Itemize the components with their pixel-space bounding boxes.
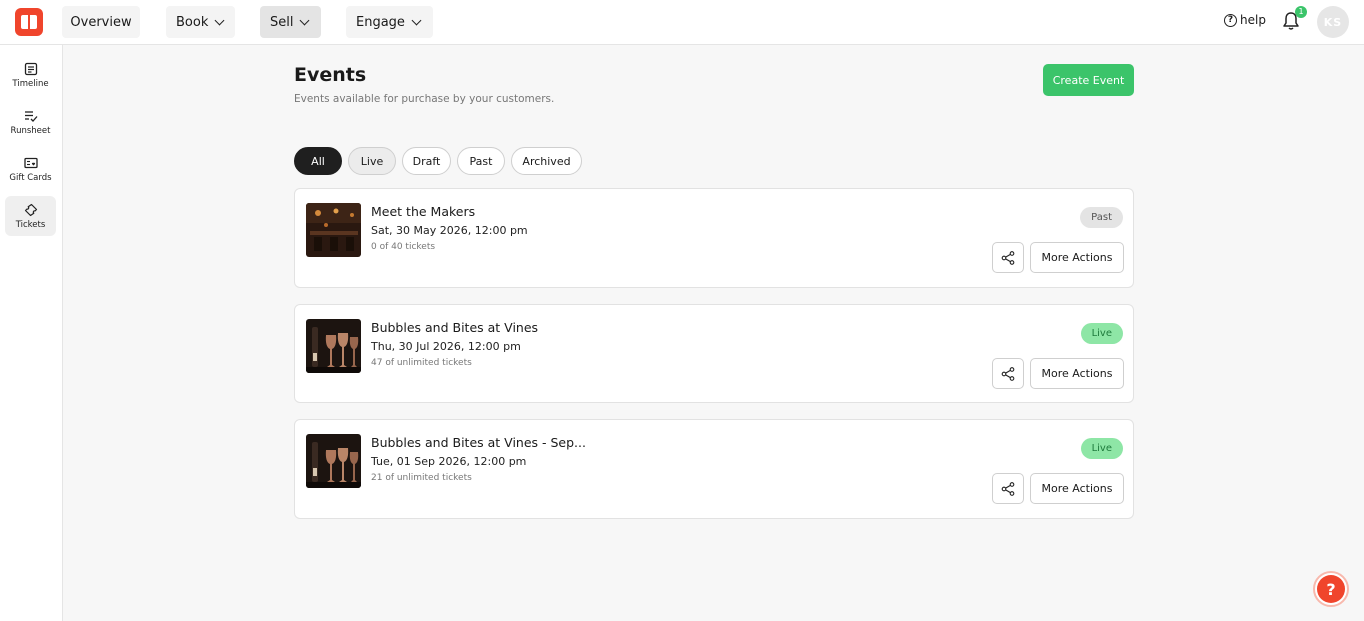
help-label: help [1240,13,1266,27]
event-thumbnail [306,203,361,257]
notification-badge: 1 [1295,6,1307,18]
avatar-initials: KS [1323,15,1343,29]
sidebar-item-gift-cards[interactable]: Gift Cards [5,149,56,189]
event-thumbnail [306,319,361,373]
event-name[interactable]: Bubbles and Bites at Vines - Sep... [371,435,586,450]
event-tickets: 21 of unlimited tickets [371,473,472,483]
support-button[interactable]: ? [1313,571,1349,607]
question-circle-icon: ? [1224,13,1237,27]
share-icon [1001,366,1015,381]
chevron-down-icon [300,15,310,25]
nav-sell[interactable]: Sell [260,6,321,38]
event-card[interactable]: Meet the Makers Sat, 30 May 2026, 12:00 … [294,188,1134,288]
more-actions-button[interactable]: More Actions [1030,358,1124,389]
sidebar-item-runsheet[interactable]: Runsheet [5,102,56,142]
share-button[interactable] [992,242,1024,273]
help-link[interactable]: ? help [1224,13,1266,27]
more-actions-button[interactable]: More Actions [1030,242,1124,273]
share-icon [1001,250,1015,265]
filter-all[interactable]: All [294,147,342,175]
nav-engage-label: Engage [356,14,405,30]
nav-overview[interactable]: Overview [62,6,140,38]
app-logo[interactable] [15,8,43,36]
event-date: Sat, 30 May 2026, 12:00 pm [371,224,528,237]
nav-sell-label: Sell [270,14,294,30]
filter-draft[interactable]: Draft [402,147,451,175]
chevron-down-icon [214,15,225,25]
ticket-icon [24,203,37,216]
event-date: Tue, 01 Sep 2026, 12:00 pm [371,455,527,468]
question-icon: ? [1317,575,1345,603]
event-card[interactable]: Bubbles and Bites at Vines - Sep... Tue,… [294,419,1134,519]
sidebar-item-tickets[interactable]: Tickets [5,196,56,236]
event-date: Thu, 30 Jul 2026, 12:00 pm [371,340,521,353]
chevron-down-icon [411,15,422,25]
share-button[interactable] [992,473,1024,504]
sidebar-item-label: Runsheet [10,125,51,136]
sidebar-item-label: Timeline [12,78,49,89]
runsheet-icon [24,110,37,122]
event-name[interactable]: Bubbles and Bites at Vines [371,320,538,335]
status-badge: Past [1080,207,1123,228]
sidebar-item-timeline[interactable]: Timeline [5,55,56,95]
filter-live[interactable]: Live [348,147,396,175]
gift-card-icon [23,157,38,168]
avatar[interactable]: KS [1317,6,1349,38]
event-card[interactable]: Bubbles and Bites at Vines Thu, 30 Jul 2… [294,304,1134,403]
event-tickets: 0 of 40 tickets [371,242,436,252]
timeline-icon [24,62,37,75]
nav-overview-label: Overview [70,14,132,30]
create-event-button[interactable]: Create Event [1043,64,1134,96]
top-bar: Overview Book Sell Engage ? help 1 KS [0,0,1364,45]
status-badge: Live [1080,438,1123,459]
sidebar: Timeline Runsheet Gift Cards Tickets [0,45,63,621]
share-icon [1001,481,1015,496]
event-thumbnail [306,434,361,488]
status-badge: Live [1080,323,1123,344]
event-tickets: 47 of unlimited tickets [371,358,472,368]
more-actions-button[interactable]: More Actions [1030,473,1124,504]
sidebar-item-label: Tickets [15,219,46,230]
nav-book[interactable]: Book [166,6,235,38]
nav-engage[interactable]: Engage [346,6,433,38]
event-name[interactable]: Meet the Makers [371,204,475,219]
page-title: Events [294,64,367,86]
share-button[interactable] [992,358,1024,389]
filter-past[interactable]: Past [457,147,505,175]
page-subtitle: Events available for purchase by your cu… [294,93,555,105]
sidebar-item-label: Gift Cards [9,172,52,183]
filter-archived[interactable]: Archived [511,147,582,175]
nav-book-label: Book [176,14,209,30]
